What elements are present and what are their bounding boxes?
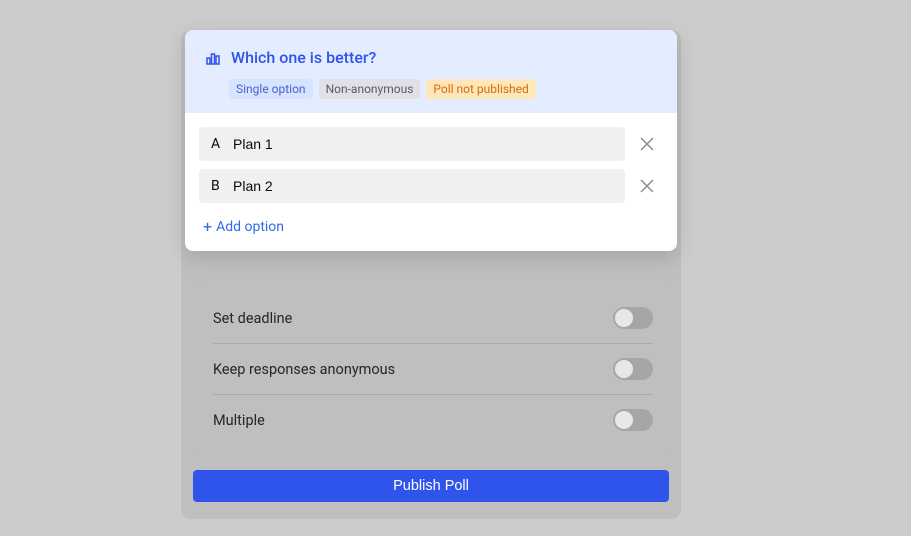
- poll-title: Which one is better?: [231, 48, 376, 67]
- option-letter: B: [211, 178, 223, 194]
- setting-multiple-label: Multiple: [213, 412, 265, 429]
- toggle-knob: [615, 411, 633, 429]
- toggle-knob: [615, 360, 633, 378]
- setting-anonymous-label: Keep responses anonymous: [213, 361, 395, 378]
- tag-status: Poll not published: [426, 79, 535, 99]
- close-icon: [640, 137, 654, 151]
- option-text-input[interactable]: [233, 178, 613, 194]
- option-input-container[interactable]: B: [199, 169, 625, 203]
- setting-deadline-label: Set deadline: [213, 310, 292, 327]
- option-row: A: [195, 127, 667, 161]
- setting-multiple-row: Multiple: [213, 394, 653, 445]
- poll-header: Which one is better? Single option Non-a…: [185, 30, 677, 113]
- remove-option-button[interactable]: [635, 174, 659, 198]
- anonymous-toggle[interactable]: [613, 358, 653, 380]
- add-option-button[interactable]: + Add option: [195, 211, 667, 235]
- setting-anonymous-row: Keep responses anonymous: [213, 343, 653, 394]
- tag-anonymity: Non-anonymous: [319, 79, 421, 99]
- poll-settings-section: Set deadline Keep responses anonymous Mu…: [197, 281, 669, 457]
- add-option-label: Add option: [216, 219, 284, 235]
- publish-poll-button[interactable]: Publish Poll: [193, 470, 669, 502]
- poll-card: Which one is better? Single option Non-a…: [185, 30, 677, 251]
- poll-options-section: A B + Add opt: [185, 113, 677, 251]
- remove-option-button[interactable]: [635, 132, 659, 156]
- option-row: B: [195, 169, 667, 203]
- setting-deadline-row: Set deadline: [213, 293, 653, 343]
- close-icon: [640, 179, 654, 193]
- option-input-container[interactable]: A: [199, 127, 625, 161]
- poll-title-row: Which one is better?: [205, 48, 657, 67]
- tag-selection-mode: Single option: [229, 79, 313, 99]
- option-letter: A: [211, 136, 223, 152]
- multiple-toggle[interactable]: [613, 409, 653, 431]
- poll-tags-row: Single option Non-anonymous Poll not pub…: [229, 79, 657, 99]
- toggle-knob: [615, 309, 633, 327]
- option-text-input[interactable]: [233, 136, 613, 152]
- deadline-toggle[interactable]: [613, 307, 653, 329]
- poll-icon: [205, 50, 221, 66]
- plus-icon: +: [203, 219, 212, 235]
- publish-button-label: Publish Poll: [393, 478, 469, 494]
